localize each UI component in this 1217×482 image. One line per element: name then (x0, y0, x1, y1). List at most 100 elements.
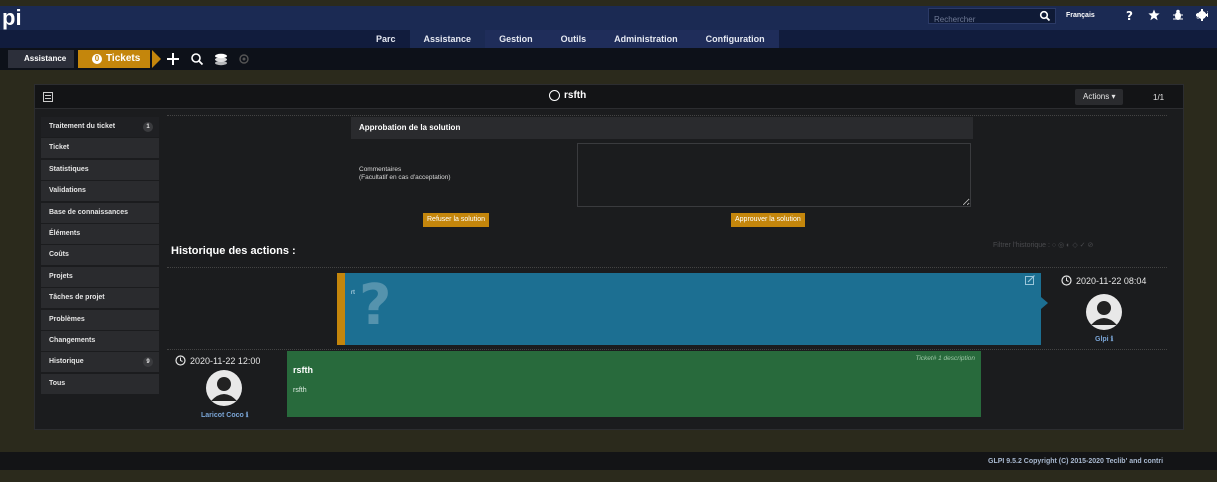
user-name[interactable]: glpi (1196, 12, 1208, 19)
tab-traitement[interactable]: Traitement du ticket 1 (41, 117, 159, 137)
pager: 1/1 (1153, 93, 1165, 102)
tab-taches-projet[interactable]: Tâches de projet (41, 288, 159, 309)
history-title: Historique des actions : (171, 245, 296, 257)
approval-title: Approbation de la solution (359, 123, 461, 132)
target-icon[interactable] (238, 53, 250, 65)
tab-validations[interactable]: Validations (41, 181, 159, 202)
menu-configuration[interactable]: Configuration (691, 30, 779, 48)
tab-couts[interactable]: Coûts (41, 245, 159, 266)
tab-label: Ticket (49, 144, 70, 152)
add-icon[interactable] (166, 52, 180, 66)
followup-author-name: Glpi (1095, 336, 1109, 343)
side-tabs: Traitement du ticket 1 Ticket Statistique… (41, 117, 159, 395)
search-input[interactable] (929, 12, 1029, 27)
comment-label-line1: Commentaires (359, 166, 402, 173)
bug-icon[interactable] (1172, 9, 1184, 21)
tab-label: Coûts (49, 251, 69, 259)
tab-label: Tâches de projet (49, 294, 105, 302)
clock-icon (175, 355, 186, 366)
tab-label: Historique (49, 358, 84, 366)
tab-elements[interactable]: Éléments (41, 223, 159, 244)
clock-icon (1061, 275, 1072, 286)
followup-date-text: 2020-11-22 08:04 (1076, 275, 1147, 286)
tab-label: Traitement du ticket (49, 123, 116, 130)
comment-textarea[interactable] (577, 143, 971, 207)
menu-parc[interactable]: Parc (362, 30, 410, 48)
menu-outils[interactable]: Outils (546, 30, 601, 48)
followup-status-bar (337, 273, 345, 345)
logo[interactable]: pi (0, 6, 40, 30)
breadcrumb-count: 0 (92, 54, 102, 64)
description-header: Ticket# 1 description (915, 355, 975, 362)
menu-gestion[interactable]: Gestion (485, 30, 547, 48)
menu-administration[interactable]: Administration (600, 30, 692, 48)
breadcrumb-tickets-label: Tickets (106, 53, 141, 64)
glpi-window: pi Français ? glpi Parc Assistance Gesti… (0, 0, 1217, 482)
star-icon[interactable] (1148, 9, 1160, 21)
edit-icon[interactable] (1025, 275, 1035, 285)
followup-item[interactable]: ? rt (337, 273, 1041, 345)
description-title: rsfth (293, 365, 313, 375)
search-icon[interactable] (1039, 10, 1051, 22)
question-icon: ? (359, 273, 392, 338)
description-author-name: Laricot Coco (201, 412, 244, 419)
breadcrumb-tools (166, 52, 250, 66)
tab-label: Base de connaissances (49, 208, 128, 216)
tab-label: Éléments (49, 229, 81, 237)
search-icon[interactable] (190, 52, 204, 66)
description-date: 2020-11-22 12:00 (175, 355, 260, 366)
tab-label: Tous (49, 379, 66, 387)
comment-label-line2: (Facultatif en cas d'acceptation) (359, 174, 451, 181)
chevron-down-icon: ▾ (1111, 92, 1116, 101)
tab-badge: 9 (143, 357, 153, 368)
description-date-text: 2020-11-22 12:00 (190, 355, 261, 366)
card-header: rsfth Actions ▾ 1/1 (35, 85, 1183, 109)
menu-assistance[interactable]: Assistance (409, 30, 486, 48)
help-icon[interactable]: ? (1124, 9, 1136, 21)
divider (167, 267, 1167, 268)
tab-ticket[interactable]: Ticket (41, 138, 159, 159)
description-author[interactable]: Laricot Coco ℹ (201, 411, 248, 419)
followup-pointer (1041, 297, 1048, 309)
list-icon[interactable] (43, 92, 53, 102)
description-body: rsfth (293, 387, 307, 394)
breadcrumb-tickets[interactable]: 0 Tickets (78, 50, 151, 68)
breadcrumb-assistance[interactable]: Assistance (8, 50, 75, 68)
tab-label: Problèmes (49, 315, 85, 323)
tab-badge: 1 (143, 122, 153, 132)
breadcrumb-separator (152, 50, 161, 68)
approve-solution-button[interactable]: Approuver la solution (731, 213, 805, 227)
info-icon: ℹ (245, 412, 249, 419)
svg-text:?: ? (1126, 9, 1133, 21)
tab-label: Statistiques (49, 165, 89, 173)
refuse-solution-button[interactable]: Refuser la solution (423, 213, 489, 227)
tab-label: Changements (49, 336, 96, 344)
tab-projets[interactable]: Projets (41, 266, 159, 287)
layers-icon[interactable] (214, 52, 228, 66)
divider (167, 349, 1167, 350)
avatar (1086, 294, 1122, 330)
tab-changements[interactable]: Changements (41, 330, 159, 351)
followup-author[interactable]: Glpi ℹ (1095, 335, 1113, 343)
ticket-title: rsfth (549, 90, 586, 101)
followup-date: 2020-11-22 08:04 (1061, 275, 1146, 286)
footer-copyright[interactable]: GLPI 9.5.2 Copyright (C) 2015-2020 Tecli… (988, 458, 1163, 465)
followup-text: rt (351, 289, 355, 296)
tab-label: Validations (49, 187, 86, 195)
info-icon: ℹ (1110, 336, 1114, 343)
tab-problemes[interactable]: Problèmes (41, 309, 159, 330)
history-filter[interactable]: Filtrer l'historique : ○ ◎ ◐ ◇ ✓ ⊘ (993, 241, 1093, 249)
comment-label: Commentaires (Facultatif en cas d'accept… (359, 166, 451, 182)
avatar (206, 370, 242, 406)
actions-button[interactable]: Actions ▾ (1075, 89, 1124, 105)
ticket-card: rsfth Actions ▾ 1/1 Traitement du ticket… (34, 84, 1184, 430)
history-filter-label: Filtrer l'historique : (993, 242, 1050, 249)
tab-historique[interactable]: Historique 9 (41, 352, 159, 373)
tab-statistiques[interactable]: Statistiques (41, 159, 159, 180)
tab-base-connaissances[interactable]: Base de connaissances (41, 202, 159, 223)
actions-label: Actions (1083, 92, 1110, 101)
language-selector[interactable]: Français (1066, 12, 1095, 19)
tab-tous[interactable]: Tous (41, 373, 159, 394)
status-icon (549, 90, 560, 101)
ticket-description[interactable]: Ticket# 1 description rsfth rsfth (287, 351, 981, 417)
